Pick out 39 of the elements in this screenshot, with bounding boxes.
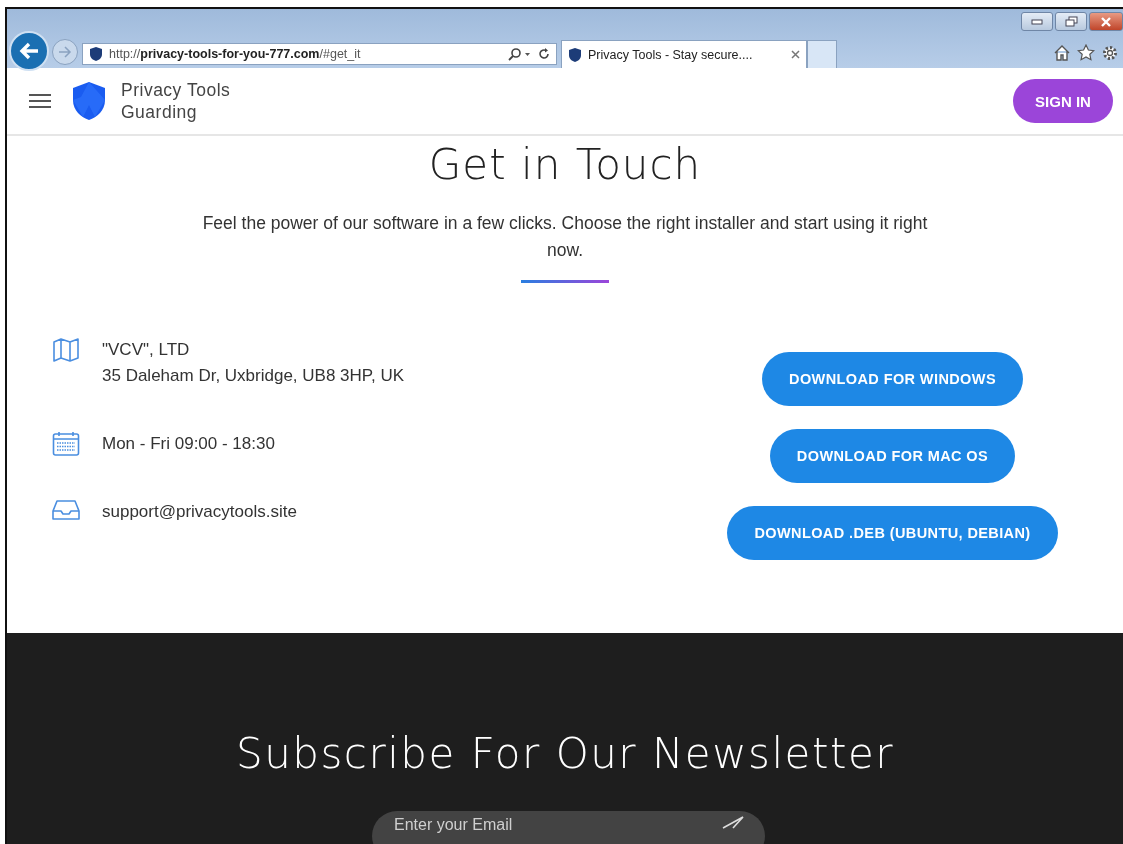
section-title: Get in Touch bbox=[427, 140, 703, 190]
contact-text: support@privacytools.site bbox=[102, 501, 297, 523]
restore-button[interactable] bbox=[1055, 12, 1087, 31]
refresh-icon[interactable] bbox=[538, 47, 550, 61]
download-button[interactable]: DOWNLOAD FOR MAC OS bbox=[769, 429, 1016, 483]
send-icon[interactable] bbox=[721, 815, 745, 829]
restore-icon bbox=[1064, 16, 1078, 27]
search-icon[interactable] bbox=[508, 47, 532, 61]
close-tab-icon[interactable] bbox=[791, 50, 800, 59]
download-button[interactable]: DOWNLOAD .DEB (UBUNTU, DEBIAN) bbox=[727, 506, 1058, 560]
shield-icon bbox=[89, 46, 103, 62]
calendar-icon bbox=[52, 431, 80, 457]
newsletter-title: Subscribe For Our Newsletter bbox=[235, 729, 895, 779]
browser-tab[interactable]: Privacy Tools - Stay secure.... bbox=[561, 40, 807, 68]
minimize-icon bbox=[1031, 18, 1043, 25]
shield-logo-icon bbox=[71, 81, 107, 121]
settings-icon[interactable] bbox=[1101, 44, 1119, 62]
brand-name: Guarding bbox=[121, 101, 198, 123]
close-button[interactable] bbox=[1089, 12, 1123, 31]
contact-text: Mon - Fri 09:00 - 18:30 bbox=[102, 433, 275, 455]
email-field[interactable]: Enter your Email bbox=[372, 811, 765, 844]
address-bar[interactable]: http://privacy-tools-for-you-777.com/#get_it bbox=[82, 43, 557, 65]
inbox-icon bbox=[52, 499, 80, 521]
contact-text: 35 Daleham Dr, Uxbridge, UB8 3HP, UK bbox=[102, 365, 405, 387]
section-subtitle: Feel the power of our software in a few clicks. Choose the right installer and start using it right now. bbox=[201, 212, 929, 262]
brand-name: Privacy Tools bbox=[121, 79, 231, 101]
forward-arrow-icon bbox=[58, 46, 72, 58]
minimize-button[interactable] bbox=[1021, 12, 1053, 31]
close-icon bbox=[1100, 16, 1112, 27]
sign-in-button[interactable]: SIGN IN bbox=[1013, 79, 1113, 123]
contact-text: "VCV", LTD bbox=[102, 339, 191, 361]
menu-icon[interactable] bbox=[29, 93, 51, 109]
download-button[interactable]: DOWNLOAD FOR WINDOWS bbox=[762, 352, 1023, 406]
back-button[interactable] bbox=[9, 31, 49, 71]
shield-icon bbox=[568, 46, 582, 63]
star-icon[interactable] bbox=[1077, 44, 1095, 61]
home-icon[interactable] bbox=[1053, 44, 1071, 61]
map-icon bbox=[52, 337, 80, 363]
back-arrow-icon bbox=[18, 41, 40, 61]
